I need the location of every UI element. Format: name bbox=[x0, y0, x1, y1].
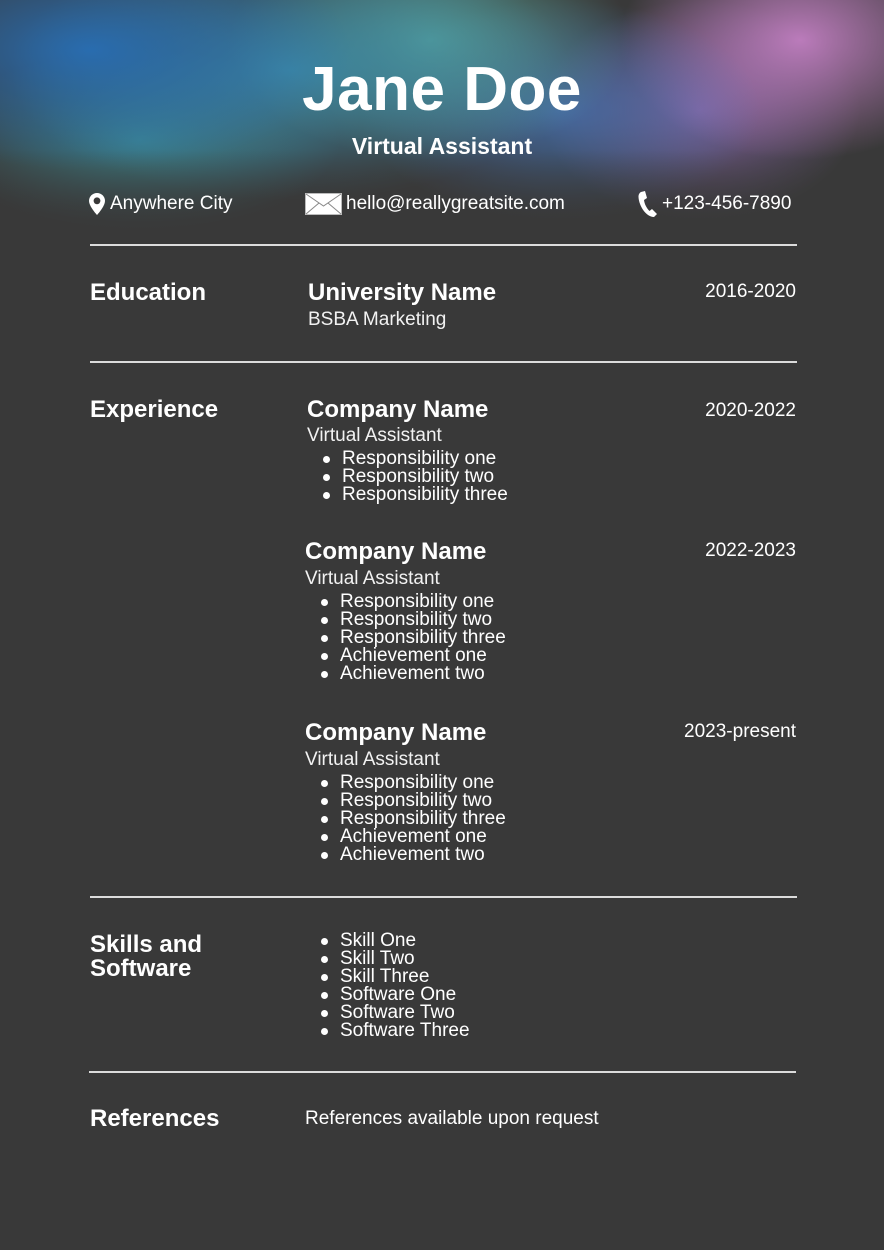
list-item: Software Three bbox=[321, 1020, 470, 1041]
company-name: Company Name bbox=[305, 719, 487, 746]
section-heading-education: Education bbox=[90, 279, 207, 306]
divider bbox=[90, 361, 797, 363]
company-name: Company Name bbox=[305, 538, 487, 565]
job-bullet-list: Responsibility one Responsibility two Re… bbox=[307, 449, 508, 505]
email-text[interactable]: hello@reallygreatsite.com bbox=[346, 193, 565, 215]
contact-phone[interactable]: +123-456-7890 bbox=[636, 190, 791, 218]
skills-heading-line: Software bbox=[90, 955, 192, 982]
list-item: Responsibility three bbox=[323, 484, 508, 505]
company-name: Company Name bbox=[307, 396, 489, 423]
divider bbox=[90, 896, 797, 898]
section-heading-skills: Skills and Software bbox=[90, 933, 202, 981]
contact-location: Anywhere City bbox=[88, 190, 233, 218]
section-heading-experience: Experience bbox=[90, 396, 219, 423]
job-role: Virtual Assistant bbox=[305, 568, 440, 589]
phone-text[interactable]: +123-456-7890 bbox=[662, 193, 791, 215]
envelope-icon bbox=[305, 193, 342, 215]
phone-icon bbox=[636, 190, 658, 218]
candidate-title: Virtual Assistant bbox=[351, 133, 533, 159]
education-dates: 2016-2020 bbox=[705, 281, 796, 302]
job-bullet-list: Responsibility one Responsibility two Re… bbox=[305, 592, 506, 683]
job-dates: 2022-2023 bbox=[705, 540, 796, 561]
job-bullet-list: Responsibility one Responsibility two Re… bbox=[305, 773, 506, 864]
job-dates: 2020-2022 bbox=[705, 400, 796, 421]
school-name: University Name bbox=[308, 279, 497, 306]
divider bbox=[90, 244, 797, 246]
job-role: Virtual Assistant bbox=[305, 749, 440, 770]
section-heading-references: References bbox=[90, 1105, 220, 1132]
divider bbox=[89, 1071, 796, 1073]
location-text: Anywhere City bbox=[110, 193, 233, 214]
skills-list: Skill One Skill Two Skill Three Software… bbox=[305, 931, 470, 1041]
contact-email[interactable]: hello@reallygreatsite.com bbox=[305, 190, 565, 218]
list-item: Achievement two bbox=[321, 664, 506, 683]
job-dates: 2023-present bbox=[684, 721, 796, 742]
location-pin-icon bbox=[88, 192, 106, 216]
candidate-name: Jane Doe bbox=[302, 55, 582, 124]
references-text: References available upon request bbox=[305, 1108, 599, 1129]
degree: BSBA Marketing bbox=[308, 309, 447, 330]
list-item: Achievement two bbox=[321, 845, 506, 864]
job-role: Virtual Assistant bbox=[307, 425, 442, 446]
resume-page: Jane Doe Virtual Assistant Anywhere City… bbox=[0, 0, 884, 1250]
skills-heading-line: Skills and bbox=[90, 931, 203, 958]
